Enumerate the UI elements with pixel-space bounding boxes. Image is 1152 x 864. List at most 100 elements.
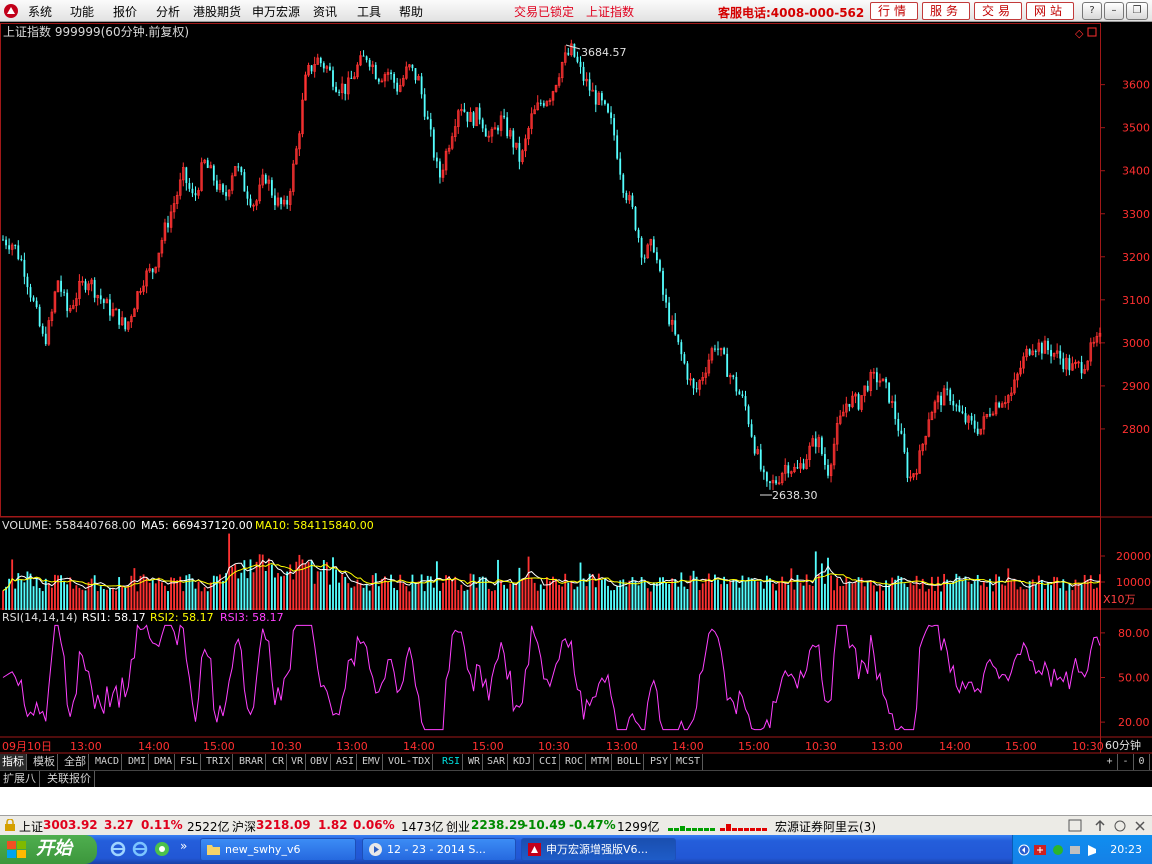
- volume-bar: [536, 590, 539, 610]
- start-button[interactable]: 开始: [0, 835, 97, 864]
- menu-help[interactable]: 帮助: [399, 3, 423, 20]
- volume-bar: [1095, 587, 1098, 610]
- volume-bar: [576, 586, 579, 610]
- volume-bar: [833, 590, 836, 610]
- rsi-line: [2, 624, 1101, 731]
- candle: [478, 107, 481, 120]
- tab-asi[interactable]: ASI: [334, 754, 358, 770]
- zoom-out-button[interactable]: -: [1118, 754, 1134, 770]
- server-name[interactable]: 宏源证券阿里云(3): [775, 818, 876, 835]
- tab-psy[interactable]: PSY: [648, 754, 672, 770]
- stock-chart[interactable]: 上证指数 999999(60分钟.前复权) ◇ VOLUME: 558440768.…: [0, 23, 1152, 770]
- chevron-right-icon[interactable]: »: [180, 839, 187, 853]
- menu-analysis[interactable]: 分析: [156, 3, 180, 20]
- candle: [429, 119, 432, 130]
- tab-wr[interactable]: WR: [466, 754, 484, 770]
- service-button[interactable]: 服务: [922, 2, 970, 20]
- tab-cci[interactable]: CCI: [537, 754, 561, 770]
- volume-bar: [985, 586, 988, 610]
- tab-dmi[interactable]: DMI: [126, 754, 150, 770]
- tab-vol-tdx[interactable]: VOL-TDX: [386, 754, 434, 770]
- volume-bar: [509, 583, 512, 610]
- taskbar-item-video[interactable]: 12 - 23 - 2014 S...: [362, 838, 516, 861]
- volume-bar: [989, 578, 991, 610]
- tab-rsi[interactable]: RSI: [440, 754, 464, 770]
- tab-全部[interactable]: 全部: [62, 754, 89, 770]
- tab-boll[interactable]: BOLL: [615, 754, 645, 770]
- tab-emv[interactable]: EMV: [360, 754, 384, 770]
- menu-function[interactable]: 功能: [70, 3, 94, 20]
- cy-amount: 1299亿: [617, 820, 660, 834]
- candle: [726, 353, 729, 377]
- taskbar-item-swhy[interactable]: 申万宏源增强版V6...: [521, 838, 676, 861]
- menu-info[interactable]: 资讯: [313, 3, 337, 20]
- help-icon[interactable]: ?: [1082, 2, 1102, 20]
- index-alert[interactable]: 上证指数: [586, 3, 634, 20]
- trade-button[interactable]: 交易: [974, 2, 1022, 20]
- candle: [588, 79, 591, 91]
- volume-bar: [909, 582, 912, 610]
- ext-tab-8[interactable]: 扩展八: [0, 771, 40, 787]
- taskbar-item-label: 12 - 23 - 2014 S...: [387, 843, 486, 856]
- volume-bar: [1016, 589, 1019, 610]
- volume-bar: [316, 571, 319, 610]
- tab-cr[interactable]: CR: [270, 754, 288, 770]
- tray-icons[interactable]: [1018, 843, 1108, 857]
- candle: [518, 143, 521, 162]
- volume-bar: [380, 578, 383, 610]
- volume-bar: [542, 589, 545, 610]
- volume-bar: [753, 579, 756, 610]
- candle: [102, 299, 105, 303]
- menu-hk-futures[interactable]: 港股期货: [193, 3, 241, 20]
- menu-swhy[interactable]: 申万宏源: [252, 3, 300, 20]
- candle: [368, 60, 371, 67]
- minimize-icon[interactable]: –: [1104, 2, 1124, 20]
- volume-bar: [133, 568, 136, 610]
- volume-bar: [1007, 568, 1010, 610]
- tab-sar[interactable]: SAR: [485, 754, 509, 770]
- volume-bar: [490, 591, 493, 610]
- zoom-in-button[interactable]: +: [1102, 754, 1118, 770]
- menu-quote[interactable]: 报价: [113, 3, 137, 20]
- ie-icon[interactable]: [110, 841, 126, 857]
- restore-icon[interactable]: ❐: [1126, 2, 1148, 20]
- volume-bar: [790, 568, 793, 610]
- candle: [732, 375, 735, 377]
- tab-mcst[interactable]: MCST: [674, 754, 704, 770]
- candle: [20, 259, 23, 261]
- tab-kdj[interactable]: KDJ: [511, 754, 535, 770]
- taskbar-item-folder[interactable]: new_swhy_v6: [200, 838, 356, 861]
- tab-模板[interactable]: 模板: [31, 754, 58, 770]
- status-tools-icons[interactable]: [1068, 819, 1148, 833]
- ie-shortcut-icon[interactable]: [132, 841, 148, 857]
- volume-bar: [900, 577, 903, 610]
- tab-mtm[interactable]: MTM: [589, 754, 613, 770]
- website-button[interactable]: 网站: [1026, 2, 1074, 20]
- tab-trix[interactable]: TRIX: [204, 754, 234, 770]
- volume-bar: [393, 587, 396, 610]
- zoom-reset-button[interactable]: 0: [1134, 754, 1150, 770]
- candle: [888, 382, 891, 403]
- tab-macd[interactable]: MACD: [93, 754, 123, 770]
- related-quote-tab[interactable]: 关联报价: [44, 771, 95, 787]
- candle: [188, 183, 191, 189]
- volume-bar: [604, 578, 606, 610]
- tab-vr[interactable]: VR: [289, 754, 307, 770]
- tab-指标[interactable]: 指标: [0, 754, 27, 770]
- volume-bar: [1089, 575, 1092, 610]
- volume-bar: [869, 580, 872, 610]
- market-button[interactable]: 行情: [870, 2, 918, 20]
- tab-obv[interactable]: OBV: [308, 754, 332, 770]
- tab-dma[interactable]: DMA: [152, 754, 176, 770]
- chart-area[interactable]: 上证指数 999999(60分钟.前复权) ◇ VOLUME: 558440768.…: [0, 23, 1152, 770]
- cy-change: -10.49: [523, 818, 566, 832]
- candle: [659, 260, 661, 271]
- tab-fsl[interactable]: FSL: [178, 754, 202, 770]
- tab-roc[interactable]: ROC: [563, 754, 587, 770]
- menu-tools[interactable]: 工具: [357, 3, 381, 20]
- browser-icon[interactable]: [154, 841, 170, 857]
- tab-brar[interactable]: BRAR: [237, 754, 267, 770]
- menu-system[interactable]: 系统: [28, 3, 52, 20]
- trade-locked-alert[interactable]: 交易已锁定: [514, 3, 574, 20]
- candle: [322, 63, 325, 69]
